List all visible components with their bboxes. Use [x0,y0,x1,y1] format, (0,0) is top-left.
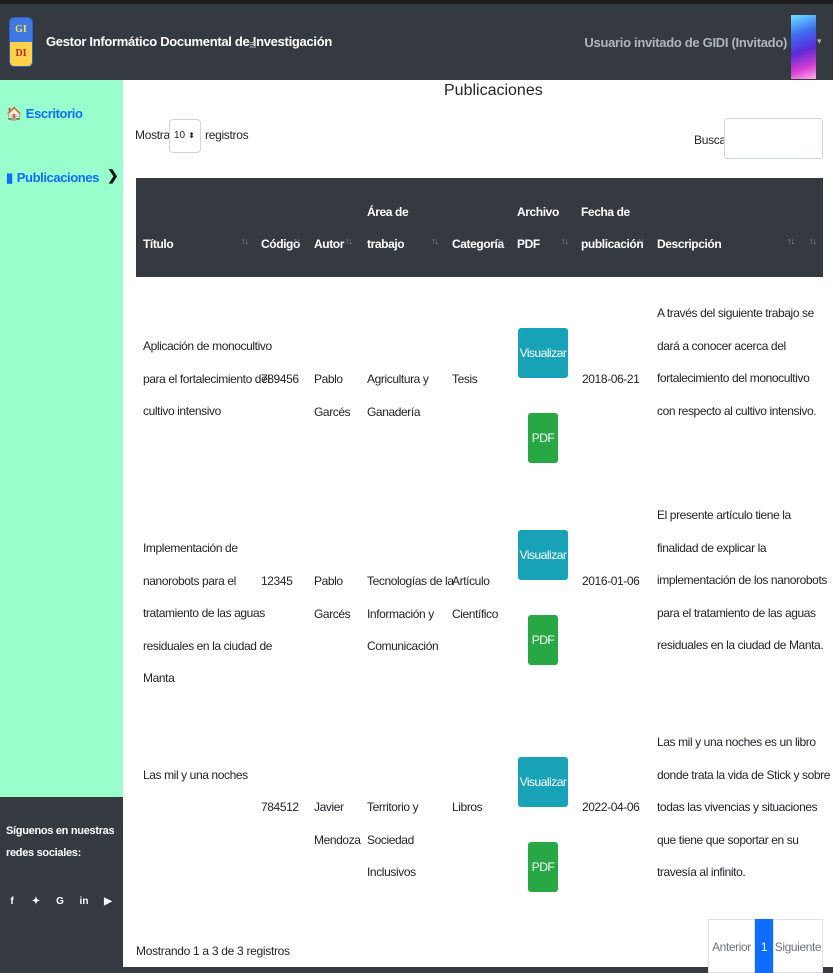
facebook-icon[interactable]: f [6,896,18,908]
col-autor[interactable]: Autor [314,228,344,260]
col-fecha[interactable]: Fecha de publicación [581,196,644,260]
youtube-icon[interactable]: ▶ [102,896,114,908]
cell-titulo: Implementación de nanorobots para el tra… [143,541,273,685]
page-length-select[interactable]: 10 ⬍ [169,119,201,153]
pdf-button[interactable]: PDF [528,842,558,892]
google-plus-icon[interactable]: G [54,896,66,908]
table-header: Título ↑↓ Código ↑↓ Autor ↑↓ Área de tra… [136,178,823,277]
pdf-button[interactable]: PDF [528,615,558,665]
book-icon: ▮ [6,170,13,185]
social-title: Síguenos en nuestras redes sociales: [6,825,115,859]
cell-categoria: Tesis [452,372,478,386]
cell-descripcion: Las mil y una noches es un libro donde t… [657,735,831,879]
cell-titulo: Aplicación de monocultivo para el fortal… [143,339,272,418]
cell-codigo: 789456 [261,372,299,386]
sort-icon[interactable]: ↑↓ [497,236,505,246]
cell-autor: Pablo Garcés [314,574,351,621]
col-descripcion[interactable]: Descripción [657,228,722,260]
cell-fecha: 2022-04-06 [582,800,640,814]
cell-area: Territorio y Sociedad Inclusivos [367,800,419,879]
sort-icon[interactable]: ↑↓ [293,236,301,246]
sidebar-item-escritorio[interactable]: 🏠 Escritorio [6,106,83,122]
search-input[interactable] [724,118,823,159]
cell-fecha: 2016-01-06 [582,574,640,588]
social-panel: Síguenos en nuestras redes sociales: f ✦… [0,797,123,967]
col-titulo[interactable]: Título [143,228,174,260]
user-menu-caret-icon[interactable]: ▾ [817,36,822,47]
chevron-right-icon[interactable]: ❯ [107,167,119,184]
sidebar-item-label: Publicaciones [16,170,100,185]
length-prefix: Mostrar [135,128,174,142]
page-length-value: 10 [174,130,186,141]
sort-icon[interactable]: ↑↓ [431,236,439,246]
view-button[interactable]: Visualizar [518,757,568,807]
cell-categoria: Artículo Científico [452,574,499,621]
cell-descripcion: A través del siguiente trabajo se dará a… [657,306,817,418]
user-avatar[interactable] [791,15,816,79]
sort-icon[interactable]: ↑↓ [241,236,249,246]
col-categoria[interactable]: Categoría [452,228,504,260]
table-info: Mostrando 1 a 3 de 3 registros [136,944,290,958]
col-archivo[interactable]: Archivo PDF [517,196,559,260]
gidi-logo[interactable]: GI DI [9,17,33,67]
pagination: Anterior 1 Siguiente [708,919,823,973]
sort-icon[interactable]: ↑↓ [345,236,353,246]
cell-area: Tecnologías de la Información y Comunica… [367,574,454,653]
pdf-button[interactable]: PDF [528,413,558,463]
sidebar-item-label: Escritorio [25,106,83,121]
logo-top: GI [10,18,32,42]
cell-categoria: Libros [452,800,483,814]
sort-icon[interactable]: ↑↓ [787,236,795,246]
view-button[interactable]: Visualizar [518,328,568,378]
logo-bottom: DI [10,42,32,66]
cell-autor: Javier Mendoza [314,800,361,847]
sidebar-item-publicaciones[interactable]: ▮ Publicaciones [6,170,99,186]
cell-titulo: Las mil y una noches [143,768,248,782]
pagination-page-1[interactable]: 1 [755,919,773,973]
cell-descripcion: El presente artículo tiene la finalidad … [657,508,827,652]
pagination-previous[interactable]: Anterior [708,919,755,973]
sort-icon[interactable]: ↑↓ [561,236,569,246]
pagination-next[interactable]: Siguiente [773,919,823,973]
user-menu-label[interactable]: Usuario invitado de GIDI (Invitado) [584,35,787,50]
linkedin-icon[interactable]: in [78,896,90,908]
social-icons: f ✦ G in ▶ [6,896,114,908]
cell-fecha: 2018-06-21 [582,372,640,386]
select-arrows-icon: ⬍ [188,131,195,140]
sort-icon[interactable]: ↑↓ [809,236,817,246]
page-title: Publicaciones [444,82,543,99]
sort-icon[interactable]: ↑↓ [637,236,645,246]
top-navbar: GI DI Gestor Informático Documental de I… [0,0,833,80]
length-suffix: registros [205,128,249,142]
cell-autor: Pablo Garcés [314,372,351,419]
cell-area: Agricultura y Ganadería [367,372,429,419]
cell-codigo: 784512 [261,800,299,814]
twitter-icon[interactable]: ✦ [30,896,42,908]
menu-toggle-icon[interactable]: ≡ [249,37,257,52]
cell-codigo: 12345 [261,574,293,588]
col-area[interactable]: Área de trabajo [367,196,409,260]
sidebar: 🏠 Escritorio ▮ Publicaciones ❯ [0,80,123,797]
app-title[interactable]: Gestor Informático Documental de Investi… [46,34,332,49]
view-button[interactable]: Visualizar [518,530,568,580]
home-icon: 🏠 [6,106,22,121]
